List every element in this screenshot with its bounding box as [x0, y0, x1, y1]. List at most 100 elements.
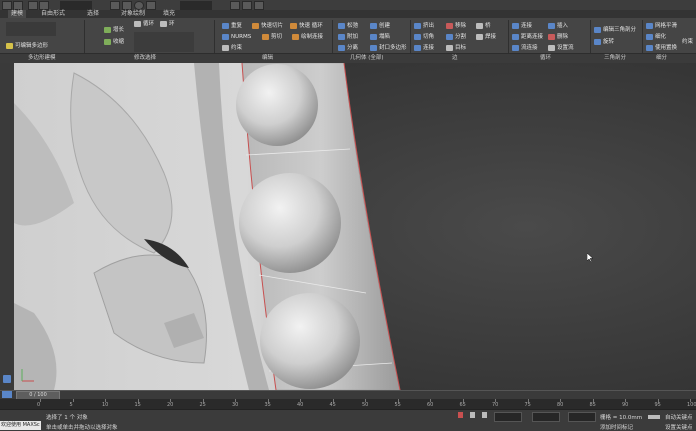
sphere-bottom — [260, 293, 360, 389]
chamfer-button[interactable]: 切角 — [414, 33, 434, 41]
timeline-tick-label: 50 — [362, 402, 369, 408]
unlink-icon[interactable] — [39, 1, 49, 10]
extrude-button[interactable]: 挤出 — [414, 22, 434, 30]
loop-icon — [134, 21, 141, 27]
rotate-icon[interactable] — [134, 1, 144, 10]
reference-coord-dropdown[interactable] — [180, 1, 212, 10]
loop-button[interactable]: 循环 — [134, 20, 154, 28]
target-weld-button[interactable]: 目标 — [446, 44, 466, 52]
ribbon-overflow-label[interactable]: 约束 — [682, 38, 693, 46]
group-label-triangulation[interactable]: 三角剖分 — [604, 54, 626, 63]
edge-connect-button[interactable]: 连接 — [414, 44, 434, 52]
tab-populate[interactable]: 填充 — [160, 10, 178, 18]
redo-icon[interactable] — [13, 1, 23, 10]
cap-poly-button[interactable]: 封口多边形 — [370, 44, 407, 52]
use-displacement-button[interactable]: 使用置换 — [646, 44, 677, 52]
x-coord-field[interactable] — [494, 412, 522, 422]
y-coord-field[interactable] — [532, 412, 560, 422]
remove-button[interactable]: 移除 — [446, 22, 466, 30]
create-button[interactable]: 创建 — [370, 22, 390, 30]
poly-icon — [6, 43, 13, 49]
group-label-geometry[interactable]: 几何体 (全部) — [350, 54, 384, 63]
meshsmooth-button[interactable]: 网格平滑 — [646, 22, 677, 30]
group-label-edit[interactable]: 编辑 — [262, 54, 273, 63]
undo-icon[interactable] — [2, 1, 12, 10]
perspective-viewport[interactable] — [14, 63, 696, 390]
snap-icon[interactable] — [230, 1, 240, 10]
cut-button[interactable]: 剪切 — [262, 33, 282, 41]
link-icon[interactable] — [28, 1, 38, 10]
timeline-tick-label: 25 — [199, 402, 206, 408]
tab-object-paint[interactable]: 对象绘制 — [118, 10, 148, 18]
group-label-poly-modeling[interactable]: 多边形建模 — [28, 54, 56, 63]
grid-size: 栅格 = 10.0mm — [600, 415, 643, 421]
ring-button[interactable]: 环 — [160, 20, 175, 28]
turn-button[interactable]: 旋转 — [594, 38, 614, 46]
delete-icon — [548, 34, 555, 40]
move-icon[interactable] — [122, 1, 132, 10]
ribbon-tabs: 建模 自由形式 选择 对象绘制 填充 — [0, 10, 696, 18]
weld-button[interactable]: 焊接 — [476, 33, 496, 41]
split-button[interactable]: 分割 — [446, 33, 466, 41]
percent-snap-icon[interactable] — [254, 1, 264, 10]
quickslice-button[interactable]: 快速切片 — [252, 22, 283, 30]
distconnect-icon — [512, 34, 519, 40]
group-label-edges[interactable]: 边 — [452, 54, 458, 63]
lock-icon[interactable] — [458, 412, 463, 418]
shrink-icon — [104, 39, 111, 45]
tessellate-button[interactable]: 细化 — [646, 33, 666, 41]
distance-connect-button[interactable]: 距离连接 — [512, 33, 543, 41]
flow-connect-button[interactable]: 流连接 — [512, 44, 538, 52]
group-label-modify-selection[interactable]: 修改选择 — [134, 54, 156, 63]
timeline-prev-icon[interactable] — [2, 391, 12, 398]
collapse-button[interactable]: 塌陷 — [370, 33, 390, 41]
constraint-dropdown[interactable]: 约束 — [222, 44, 242, 52]
grow-button[interactable]: 增长 — [104, 26, 124, 34]
modeling-mode-icons[interactable] — [6, 22, 56, 36]
tab-freeform[interactable]: 自由形式 — [38, 10, 68, 18]
set-flow-button[interactable]: 设置流 — [548, 44, 574, 52]
detach-button[interactable]: 分离 — [338, 44, 358, 52]
timeline-tick-label: 65 — [459, 402, 466, 408]
relax-button[interactable]: 松弛 — [338, 22, 358, 30]
timeline-tick-label: 35 — [264, 402, 271, 408]
viewport-layout-icon[interactable] — [3, 375, 11, 383]
timeline-tick-label: 55 — [394, 402, 401, 408]
nurms-button[interactable]: NURMS — [222, 33, 251, 41]
remove-loop-button[interactable]: 删除 — [548, 33, 568, 41]
selection-grid-icons[interactable] — [134, 32, 194, 52]
absolute-mode-icon[interactable] — [482, 412, 487, 418]
select-icon[interactable] — [110, 1, 120, 10]
loop-connect-button[interactable]: 连接 — [512, 22, 532, 30]
timeline-tick-label: 15 — [134, 402, 141, 408]
auto-key-button[interactable]: 自动关键点 — [665, 413, 693, 421]
edit-triangulation-button[interactable]: 编辑三角剖分 — [594, 26, 636, 34]
tab-selection[interactable]: 选择 — [84, 10, 102, 18]
shrink-button[interactable]: 收缩 — [104, 38, 124, 46]
connect-icon — [512, 23, 519, 29]
selection-filter-dropdown[interactable] — [60, 1, 92, 10]
isolate-icon[interactable] — [470, 412, 475, 418]
editable-poly-button[interactable]: 可编辑多边形 — [6, 42, 48, 50]
target-icon — [446, 45, 453, 51]
z-coord-field[interactable] — [568, 412, 596, 422]
tab-modeling[interactable]: 建模 — [8, 10, 27, 18]
track-bar[interactable]: 0 5 10 15 20 25 30 35 40 45 50 55 60 65 70 75 80 85 90 95 10… — [0, 399, 696, 409]
timeline-tick-label: 95 — [654, 402, 661, 408]
group-label-loops[interactable]: 循环 — [540, 54, 551, 63]
group-label-subdivision[interactable]: 细分 — [656, 54, 667, 63]
key-icon[interactable] — [648, 415, 660, 419]
scale-icon[interactable] — [146, 1, 156, 10]
insert-loop-button[interactable]: 插入 — [548, 22, 568, 30]
maxscript-listener[interactable]: 欢迎使用 MAXSc — [0, 421, 41, 430]
repeat-button[interactable]: 重复 — [222, 22, 242, 30]
angle-snap-icon[interactable] — [242, 1, 252, 10]
tessellate-icon — [646, 34, 653, 40]
timeline-tick-label: 100 — [687, 402, 696, 408]
quickloop-icon — [290, 23, 297, 29]
attach-button[interactable]: 附加 — [338, 33, 358, 41]
quickloop-button[interactable]: 快速 循环 — [290, 22, 323, 30]
bridge-button[interactable]: 桥 — [476, 22, 491, 30]
ring-icon — [160, 21, 167, 27]
paintconnect-button[interactable]: 绘制连接 — [292, 33, 323, 41]
